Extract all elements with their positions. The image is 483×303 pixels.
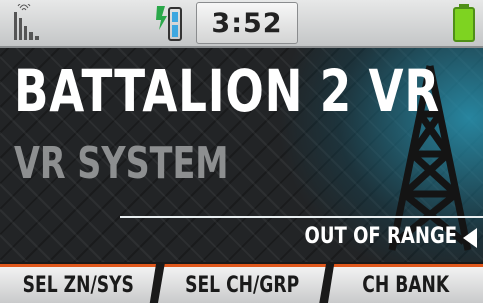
channel-title: BATTALION 2 VR [14, 57, 440, 125]
softkey-sel-zn-sys[interactable]: SEL ZN/SYS [0, 264, 156, 303]
battery-charge-icon [156, 6, 182, 41]
range-status: OUT OF RANGE [304, 224, 457, 249]
divider-line [120, 216, 483, 218]
clock: 3:52 [196, 2, 298, 44]
softkey-label: SEL CH/GRP [184, 272, 300, 298]
softkey-sel-ch-grp[interactable]: SEL CH/GRP [158, 264, 326, 303]
softkey-bar: SEL ZN/SYS SEL CH/GRP CH BANK [0, 262, 483, 303]
system-subtitle: VR SYSTEM [14, 138, 229, 189]
channel-display: BATTALION 2 VR VR SYSTEM OUT OF RANGE [0, 48, 483, 262]
softkey-label: SEL ZN/SYS [22, 272, 134, 298]
softkey-label: CH BANK [362, 272, 449, 298]
battery-icon [453, 4, 475, 42]
radio-display: 3:52 BATTALION 2 VR VR SYSTEM OUT OF RAN… [0, 0, 483, 303]
softkey-ch-bank[interactable]: CH BANK [328, 264, 483, 303]
status-bar: 3:52 [0, 0, 483, 48]
signal-strength-icon [14, 4, 39, 40]
left-arrow-icon [463, 228, 477, 248]
